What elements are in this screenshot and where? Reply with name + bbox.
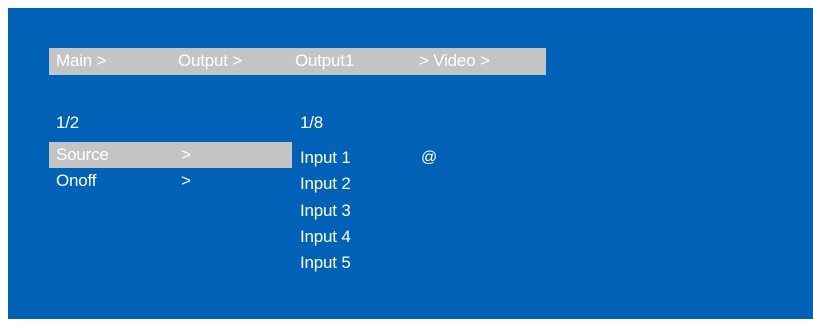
input-list-page-indicator: 1/8 xyxy=(300,113,324,132)
breadcrumb: Main > Output > Output1 > Video > xyxy=(49,48,546,75)
menu-item-onoff[interactable]: Onoff > xyxy=(49,168,292,194)
list-item-input-3[interactable]: Input 3 xyxy=(300,201,351,221)
left-menu-page-indicator: 1/2 xyxy=(56,113,80,132)
list-item-input-1[interactable]: Input 1 xyxy=(300,148,351,168)
chevron-right-icon: > xyxy=(181,145,191,164)
breadcrumb-output[interactable]: Output > xyxy=(178,51,242,71)
breadcrumb-main[interactable]: Main > xyxy=(56,51,107,71)
osd-screen: Main > Output > Output1 > Video > 1/2 So… xyxy=(8,8,813,319)
list-item-input-2[interactable]: Input 2 xyxy=(300,174,351,194)
menu-item-label: Source xyxy=(56,145,109,164)
list-item-input-4[interactable]: Input 4 xyxy=(300,227,351,247)
active-input-marker: @ xyxy=(421,149,438,166)
breadcrumb-video[interactable]: > Video > xyxy=(419,51,490,71)
menu-item-source[interactable]: Source > xyxy=(49,142,292,168)
chevron-right-icon: > xyxy=(181,171,191,190)
breadcrumb-output1[interactable]: Output1 xyxy=(295,51,354,71)
list-item-input-5[interactable]: Input 5 xyxy=(300,253,351,273)
menu-item-label: Onoff xyxy=(56,171,97,190)
